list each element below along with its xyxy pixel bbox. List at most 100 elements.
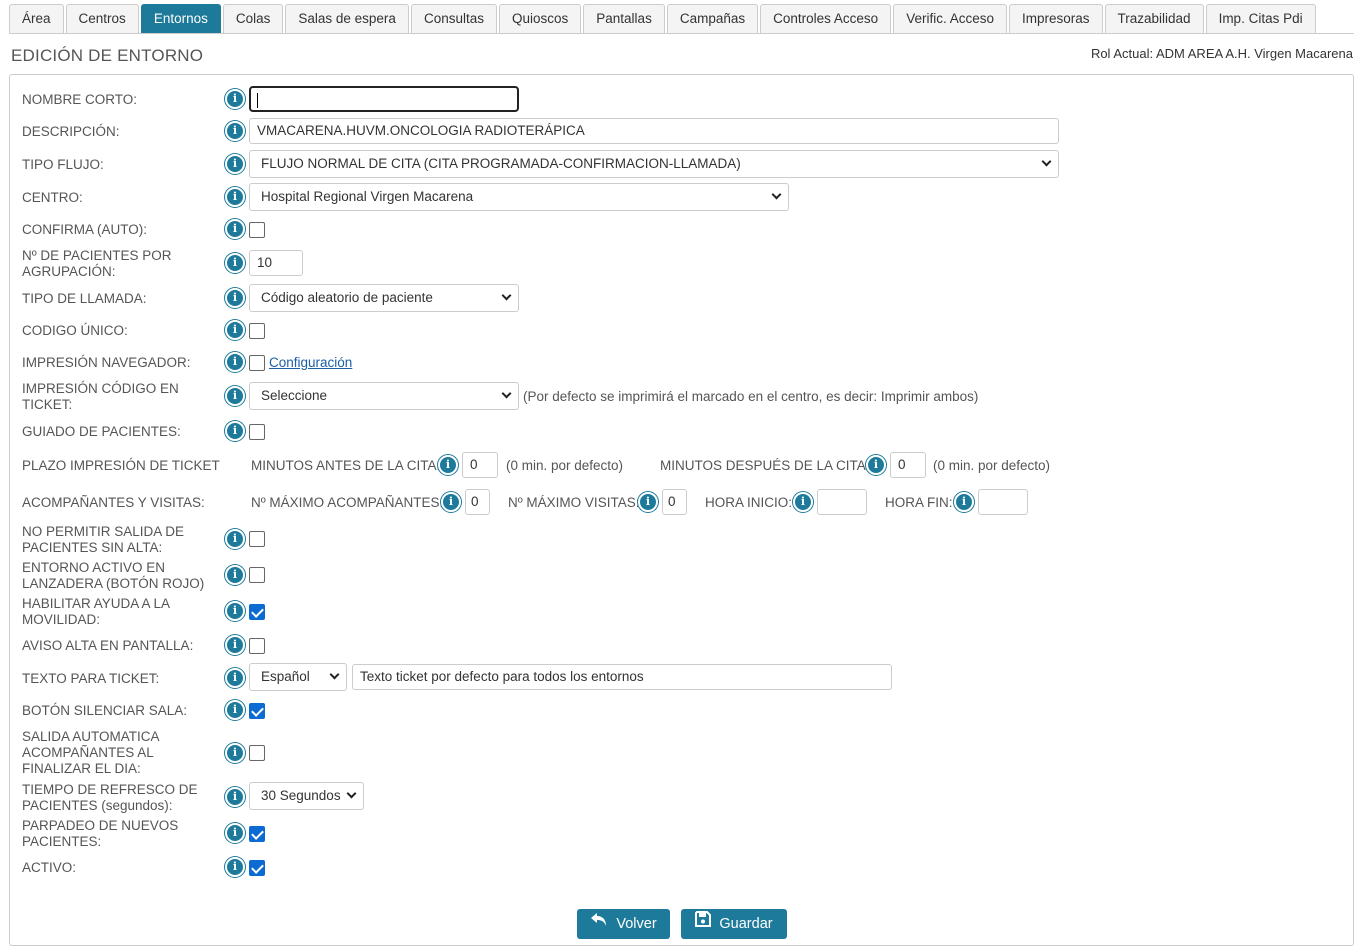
hora-fin-input[interactable] xyxy=(978,489,1028,515)
tab-trazabilidad[interactable]: Trazabilidad xyxy=(1104,4,1204,33)
save-floppy-icon xyxy=(695,908,712,938)
info-icon[interactable]: i xyxy=(225,89,245,109)
chevron-down-icon xyxy=(496,285,518,309)
info-icon[interactable]: i xyxy=(954,492,974,512)
info-icon[interactable]: i xyxy=(225,700,245,720)
info-icon[interactable]: i xyxy=(225,288,245,308)
info-icon[interactable]: i xyxy=(225,352,245,372)
info-icon[interactable]: i xyxy=(225,823,245,843)
parpadeo-checkbox[interactable] xyxy=(249,826,265,842)
refresco-select[interactable]: 30 Segundos xyxy=(249,782,364,810)
tab-consultas[interactable]: Consultas xyxy=(410,4,497,33)
tab-bar: Área Centros Entornos Colas Salas de espera C… xyxy=(9,4,1316,34)
nombre-corto-input[interactable] xyxy=(249,86,519,112)
info-icon[interactable]: i xyxy=(225,743,245,763)
tab-entornos[interactable]: Entornos xyxy=(140,4,221,33)
tab-imp-citas-pdi[interactable]: Imp. Citas Pdi xyxy=(1205,4,1316,33)
label-plazo: PLAZO IMPRESIÓN DE TICKET xyxy=(22,458,220,473)
info-icon[interactable]: i xyxy=(441,492,461,512)
info-icon[interactable]: i xyxy=(638,492,658,512)
idioma-select[interactable]: Español xyxy=(249,663,347,691)
tab-impresoras[interactable]: Impresoras xyxy=(1008,4,1103,33)
chevron-down-icon xyxy=(496,383,518,407)
info-icon[interactable]: i xyxy=(225,154,245,174)
info-icon[interactable]: i xyxy=(225,187,245,207)
label-pacientes-agrupacion: Nº DE PACIENTES POR AGRUPACIÓN: xyxy=(22,248,172,279)
centro-value: Hospital Regional Virgen Macarena xyxy=(261,189,474,204)
aviso-alta-checkbox[interactable] xyxy=(249,638,265,654)
chevron-down-icon xyxy=(1036,151,1058,175)
info-icon[interactable]: i xyxy=(225,121,245,141)
tipo-flujo-select[interactable]: FLUJO NORMAL DE CITA (CITA PROGRAMADA-CO… xyxy=(249,150,1059,178)
info-icon[interactable]: i xyxy=(438,455,458,475)
impresion-codigo-note: (Por defecto se imprimirá el marcado en … xyxy=(523,389,979,404)
info-icon[interactable]: i xyxy=(225,668,245,688)
label-max-acomp: Nº MÁXIMO ACOMPAÑANTES: xyxy=(251,495,444,510)
info-icon[interactable]: i xyxy=(225,421,245,441)
page-title: EDICIÓN DE ENTORNO xyxy=(11,46,204,65)
tipo-llamada-select[interactable]: Código aleatorio de paciente xyxy=(249,284,519,312)
texto-ticket-input[interactable]: Texto ticket por defecto para todos los … xyxy=(352,664,892,690)
chevron-down-icon xyxy=(324,664,346,688)
guardar-button[interactable]: Guardar xyxy=(681,909,787,939)
no-salida-checkbox[interactable] xyxy=(249,531,265,547)
hora-inicio-input[interactable] xyxy=(817,489,867,515)
label-aviso-alta: AVISO ALTA EN PANTALLA: xyxy=(22,638,194,653)
tab-area[interactable]: Área xyxy=(9,4,64,33)
tab-centros[interactable]: Centros xyxy=(65,4,139,33)
movilidad-checkbox[interactable] xyxy=(249,604,265,620)
codigo-unico-checkbox[interactable] xyxy=(249,323,265,339)
min-antes-input[interactable]: 0 xyxy=(462,452,498,478)
label-no-salida: NO PERMITIR SALIDA DE PACIENTES SIN ALTA: xyxy=(22,524,185,555)
info-icon[interactable]: i xyxy=(225,635,245,655)
info-icon[interactable]: i xyxy=(225,219,245,239)
info-icon[interactable]: i xyxy=(225,320,245,340)
salida-auto-checkbox[interactable] xyxy=(249,745,265,761)
chevron-down-icon xyxy=(341,783,363,807)
info-icon[interactable]: i xyxy=(225,253,245,273)
min-despues-input[interactable]: 0 xyxy=(890,452,926,478)
max-visitas-input[interactable]: 0 xyxy=(662,489,687,515)
tab-pantallas[interactable]: Pantallas xyxy=(583,4,665,33)
label-descripcion: DESCRIPCIÓN: xyxy=(22,124,120,139)
label-acompanantes: ACOMPAÑANTES Y VISITAS: xyxy=(22,495,205,510)
impresion-navegador-checkbox[interactable] xyxy=(249,355,265,371)
tab-campanas[interactable]: Campañas xyxy=(666,4,759,33)
tab-verific-acceso[interactable]: Verific. Acceso xyxy=(893,4,1007,33)
impresion-codigo-select[interactable]: Seleccione xyxy=(249,382,519,410)
info-icon[interactable]: i xyxy=(225,529,245,549)
label-codigo-unico: CODIGO ÚNICO: xyxy=(22,323,128,338)
tab-quioscos[interactable]: Quioscos xyxy=(499,4,582,33)
configuracion-link[interactable]: Configuración xyxy=(269,355,352,370)
max-acomp-input[interactable]: 0 xyxy=(465,489,490,515)
tipo-flujo-value: FLUJO NORMAL DE CITA (CITA PROGRAMADA-CO… xyxy=(261,156,741,171)
label-salida-auto: SALIDA AUTOMATICA ACOMPAÑANTES AL FINALIZA… xyxy=(22,729,160,776)
info-icon[interactable]: i xyxy=(866,455,886,475)
impresion-codigo-value: Seleccione xyxy=(261,388,328,403)
info-icon[interactable]: i xyxy=(793,492,813,512)
lanzadera-checkbox[interactable] xyxy=(249,567,265,583)
centro-select[interactable]: Hospital Regional Virgen Macarena xyxy=(249,183,789,211)
info-icon[interactable]: i xyxy=(225,565,245,585)
descripcion-input[interactable]: VMACARENA.HUVM.ONCOLOGIA RADIOTERÁPICA xyxy=(249,118,1059,144)
label-silenciar: BOTÓN SILENCIAR SALA: xyxy=(22,703,188,718)
info-icon[interactable]: i xyxy=(225,787,245,807)
activo-checkbox[interactable] xyxy=(249,860,265,876)
silenciar-checkbox[interactable] xyxy=(249,703,265,719)
text-caret xyxy=(257,92,258,108)
tab-colas[interactable]: Colas xyxy=(222,4,284,33)
tab-divider xyxy=(9,33,1354,34)
tab-salas-de-espera[interactable]: Salas de espera xyxy=(285,4,409,33)
label-centro: CENTRO: xyxy=(22,190,83,205)
min-antes-default: (0 min. por defecto) xyxy=(506,458,624,473)
chevron-down-icon xyxy=(766,184,788,208)
info-icon[interactable]: i xyxy=(225,386,245,406)
info-icon[interactable]: i xyxy=(225,601,245,621)
pacientes-agrupacion-input[interactable]: 10 xyxy=(249,250,303,276)
confirma-checkbox[interactable] xyxy=(249,222,265,238)
guiado-checkbox[interactable] xyxy=(249,424,265,440)
tab-controles-acceso[interactable]: Controles Acceso xyxy=(760,4,892,33)
current-role: Rol Actual: ADM AREA A.H. Virgen Macaren… xyxy=(1090,46,1353,61)
info-icon[interactable]: i xyxy=(225,857,245,877)
volver-button[interactable]: Volver xyxy=(577,909,670,939)
